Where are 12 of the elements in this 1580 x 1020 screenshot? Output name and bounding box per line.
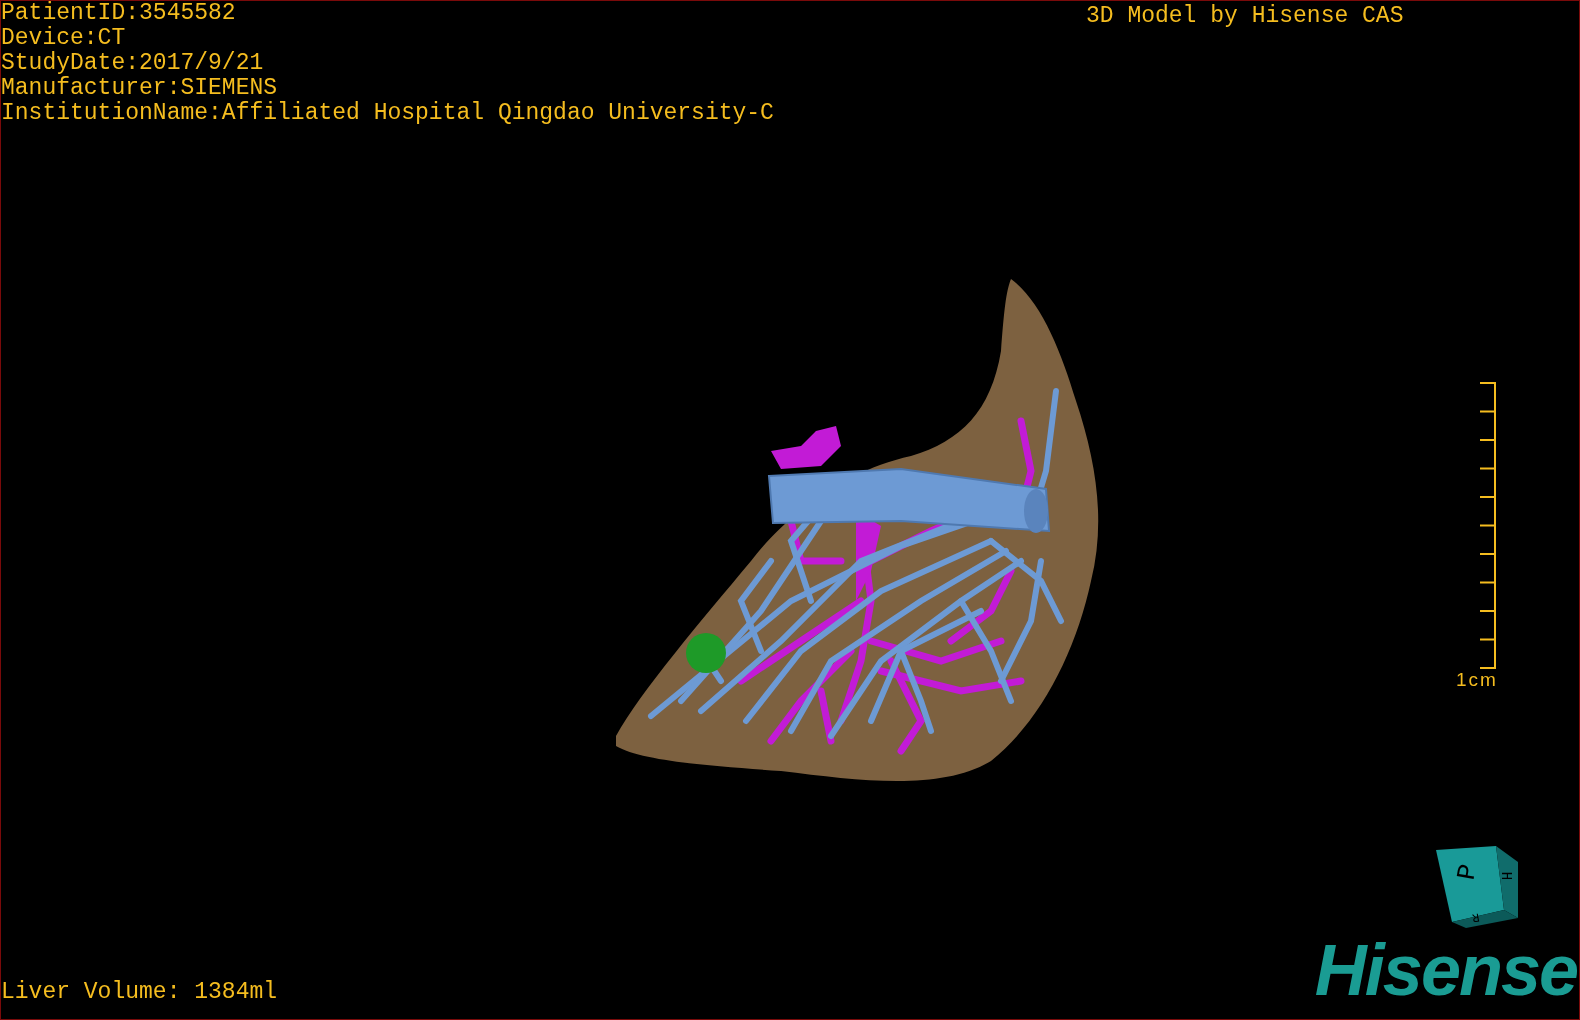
brand-logo: Hisense: [1314, 935, 1577, 1005]
scale-label: 1cm: [1456, 669, 1498, 691]
info-text: PatientID:3545582: [1, 1, 237, 26]
cube-face-label: P: [1452, 861, 1483, 883]
info-text: InstitutionName:Affiliated Hospital Qingdao University-C: [1, 101, 774, 126]
info-text: StudyDate:2017/9/21: [1, 51, 265, 76]
cube-face-label: H: [1498, 871, 1515, 881]
liver-volume-text: Liver Volume: 1384ml: [1, 979, 278, 1005]
info-text: Device:CT: [1, 26, 127, 51]
cube-face-label: R: [1470, 909, 1481, 925]
viewer-title: 3D Model by Hisense CAS: [1086, 2, 1404, 31]
info-text: Manufacturer:SIEMENS: [1, 76, 279, 101]
